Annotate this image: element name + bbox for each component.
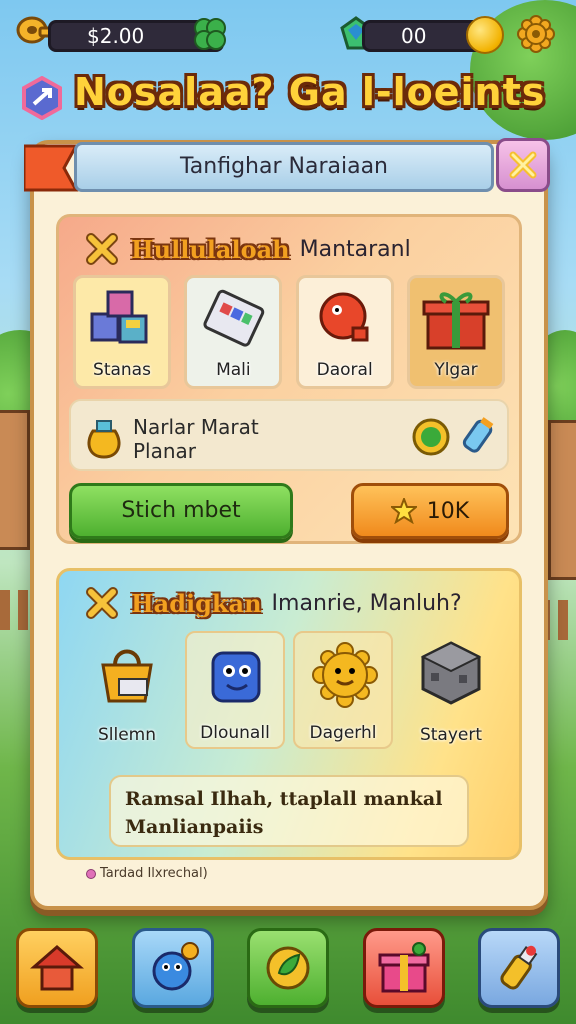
item-stayert[interactable]: Stayert (401, 631, 501, 749)
item-label: Mali (216, 360, 251, 380)
close-button[interactable] (496, 138, 550, 192)
clover-icon[interactable] (190, 14, 230, 54)
item-dlounall[interactable]: Dlounall (185, 631, 285, 749)
item-label: Stanas (93, 360, 151, 380)
cost-button[interactable]: 10K (351, 483, 509, 539)
section-challenge: Hadigkan Imanrie, Manluh? Sllemn Dlounal… (56, 568, 522, 860)
item-label: Daoral (316, 360, 373, 380)
section-rewards: Hullulaloah Mantaranl Stanas Mali Daoral… (56, 214, 522, 544)
item-label: Stayert (419, 725, 483, 745)
currency-right-value: 00 (401, 24, 427, 48)
section-2-items: Sllemn Dlounall Dagerhl Stayert (77, 631, 501, 749)
item-dagerhl[interactable]: Dagerhl (293, 631, 393, 749)
section-1-title: Hullulaloah Mantaranl (85, 229, 411, 269)
gear-icon[interactable] (516, 14, 556, 54)
bullet-icon (86, 868, 96, 879)
bottom-nav (16, 928, 560, 1012)
item-sllemn[interactable]: Sllemn (77, 631, 177, 749)
start-button[interactable]: Stich mbet (69, 483, 293, 539)
item-stanas[interactable]: Stanas (73, 275, 171, 389)
potion-bag-icon (87, 420, 121, 459)
coin-icon[interactable] (466, 16, 504, 54)
giftbox-icon (422, 292, 490, 350)
top-hud: $2.00 00 (14, 12, 562, 60)
star-icon (390, 498, 417, 524)
section-1-title-sub: Mantaranl (299, 236, 411, 262)
cross-icon (86, 233, 118, 265)
pet-icon (152, 942, 199, 991)
info-line-2: Planar (133, 439, 197, 463)
section-2-title-sub: Imanrie, Manluh? (271, 590, 462, 616)
footer-note-text: Tardad Ilxrechal) (100, 866, 208, 881)
item-label: Dlounall (200, 723, 270, 743)
info-line-2: Manlianpaiis (125, 816, 264, 838)
cost-value: 10K (426, 498, 470, 524)
section-2-info: Ramsal Ilhah, ttaplall mankal Manlianpai… (109, 775, 469, 847)
shield-badge-icon (22, 76, 62, 120)
nav-pet-button[interactable] (131, 928, 214, 1008)
game-title-banner: Nosalaa? Ga l-loeints (20, 70, 556, 126)
nav-house-button[interactable] (16, 928, 98, 1008)
leaf-icon (266, 946, 310, 990)
item-ylgar[interactable]: Ylgar (406, 275, 505, 389)
item-mali[interactable]: Mali (184, 275, 283, 389)
stone-cube-icon (420, 641, 482, 705)
item-label: Ylgar (434, 360, 478, 380)
blue-creature-icon (211, 651, 261, 703)
sun-creature-icon (312, 642, 378, 708)
currency-left-value: $2.00 (87, 24, 145, 48)
section-1-info: Narlar Marat Planar (69, 399, 509, 471)
item-daoral[interactable]: Daoral (295, 275, 394, 389)
blocks-icon (90, 290, 148, 344)
creature-icon (319, 292, 369, 342)
info-line-1: Narlar Marat (133, 415, 259, 439)
green-orb-icon (412, 418, 450, 456)
dialog-title: Tanfighar Naraiaan (74, 142, 494, 192)
gift-icon (378, 942, 429, 993)
tablet-icon (203, 289, 265, 347)
nav-gift-button[interactable] (362, 928, 445, 1008)
info-line-1: Ramsal Ilhah, ttaplall mankal (125, 788, 443, 810)
cross-icon (86, 587, 118, 619)
section-1-title-main: Hullulaloah (131, 234, 290, 264)
item-label: Dagerhl (309, 723, 377, 743)
section-2-title-main: Hadigkan (131, 588, 262, 618)
flag-icon (24, 144, 79, 192)
crystal-icon (462, 417, 494, 453)
nav-potion-button[interactable] (478, 928, 560, 1008)
quest-dialog: Tanfighar Naraiaan Hullulaloah Mantaranl (24, 138, 550, 910)
bag-icon (101, 649, 153, 703)
game-title: Nosalaa? Ga l-loeints (74, 70, 546, 114)
footer-note: Tardad Ilxrechal) (86, 866, 208, 881)
nav-leaf-button[interactable] (247, 928, 329, 1008)
section-2-title: Hadigkan Imanrie, Manluh? (85, 583, 462, 623)
close-icon (509, 151, 537, 179)
house-icon (30, 945, 84, 991)
potion-icon (500, 945, 538, 990)
info-text: Narlar Marat Planar (133, 415, 259, 463)
section-1-items: Stanas Mali Daoral Ylgar (73, 275, 505, 389)
item-label: Sllemn (97, 725, 157, 745)
